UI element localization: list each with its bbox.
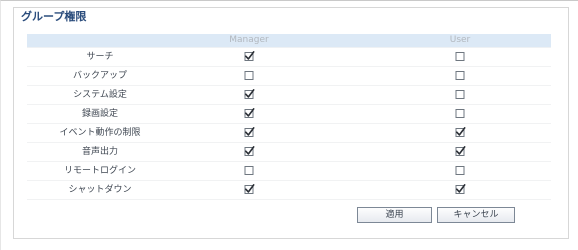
permission-row: 音声出力 xyxy=(27,143,551,162)
permission-label: シャットダウン xyxy=(68,185,132,195)
manager-checkbox[interactable] xyxy=(244,89,255,99)
user-checkbox[interactable] xyxy=(455,184,466,194)
permission-label: イベント動作の制限 xyxy=(59,128,141,138)
user-checkbox[interactable] xyxy=(455,109,465,118)
checkmark-icon xyxy=(456,146,466,155)
page-title: グループ権限 xyxy=(21,10,87,23)
window-frame: グループ権限 Manager User サーチバックアップ システム設定 録画設定イ… xyxy=(0,0,578,250)
manager-checkbox[interactable] xyxy=(244,108,255,118)
permission-label: 音声出力 xyxy=(81,147,118,157)
permission-label: リモートログイン xyxy=(63,166,136,176)
permission-row: システム設定 xyxy=(27,86,551,105)
checkmark-icon xyxy=(245,108,255,117)
manager-checkbox[interactable] xyxy=(244,184,255,194)
permission-row: 録画設定 xyxy=(27,105,551,124)
permission-label: サーチ xyxy=(86,52,114,62)
manager-checkbox[interactable] xyxy=(244,146,255,156)
cancel-button[interactable]: キャンセル xyxy=(437,207,515,223)
permission-row: シャットダウン xyxy=(27,181,551,200)
checkmark-icon xyxy=(456,184,466,193)
apply-button[interactable]: 適用 xyxy=(357,207,432,223)
checkmark-icon xyxy=(245,127,255,136)
manager-checkbox[interactable] xyxy=(244,51,255,61)
checkmark-icon xyxy=(245,89,255,98)
manager-checkbox[interactable] xyxy=(244,127,255,137)
column-header-manager: Manager xyxy=(229,35,269,45)
checkmark-icon xyxy=(245,51,255,60)
manager-checkbox[interactable] xyxy=(244,71,254,80)
user-checkbox[interactable] xyxy=(455,127,466,137)
permission-table: Manager User サーチバックアップ システム設定 録画設定イベント動作の制… xyxy=(27,34,551,200)
permission-row: リモートログイン xyxy=(27,162,551,181)
permission-label: バックアップ xyxy=(72,71,127,81)
permission-row: バックアップ xyxy=(27,67,551,86)
user-checkbox[interactable] xyxy=(455,166,465,175)
permission-rows: サーチバックアップ システム設定 録画設定イベント動作の制限 音声出力リモートログイン… xyxy=(27,48,551,200)
user-checkbox[interactable] xyxy=(455,52,465,61)
checkmark-icon xyxy=(245,146,255,155)
checkmark-icon xyxy=(456,127,466,136)
permission-row: サーチ xyxy=(27,48,551,67)
column-header-user: User xyxy=(449,35,471,45)
checkmark-icon xyxy=(245,184,255,193)
user-checkbox[interactable] xyxy=(455,71,465,80)
user-checkbox[interactable] xyxy=(455,90,465,99)
permission-label: 録画設定 xyxy=(81,109,118,119)
permission-row: イベント動作の制限 xyxy=(27,124,551,143)
user-checkbox[interactable] xyxy=(455,146,466,156)
manager-checkbox[interactable] xyxy=(244,166,254,175)
table-header: Manager User xyxy=(27,34,551,48)
permission-label: システム設定 xyxy=(73,90,127,100)
